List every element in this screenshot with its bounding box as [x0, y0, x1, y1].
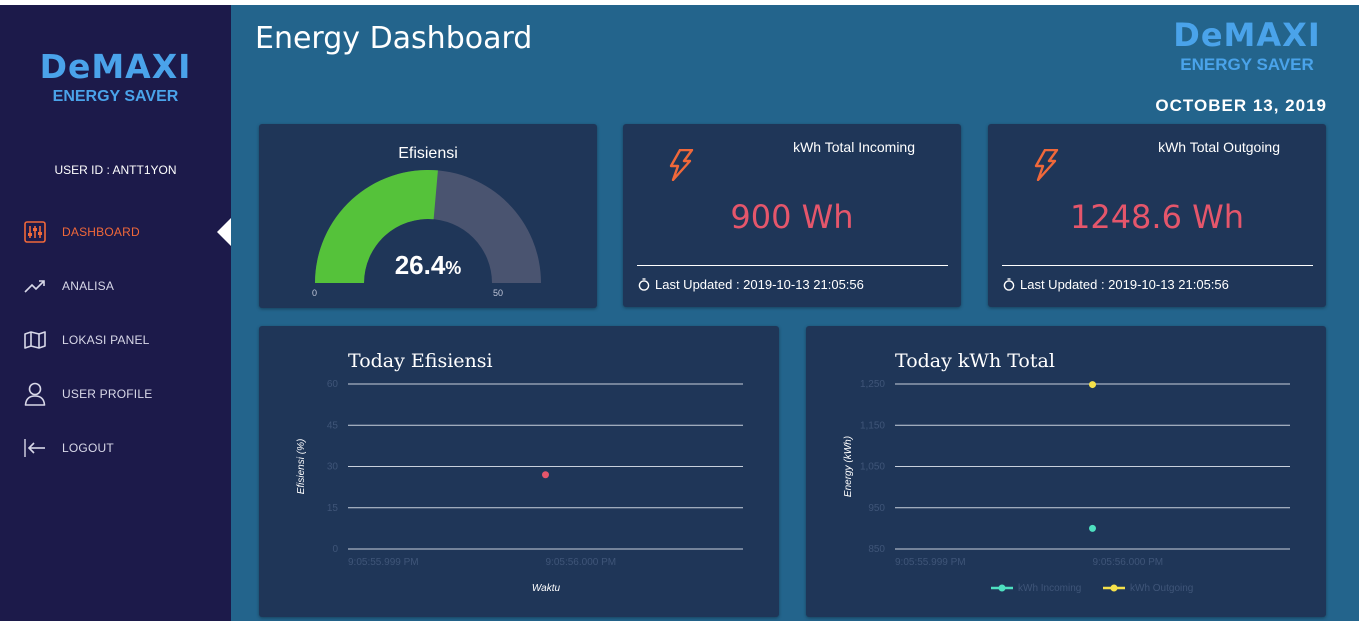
incoming-stat-card: kWh Total Incoming 900 Wh Last Updated :…	[623, 124, 961, 307]
incoming-last-updated: Last Updated : 2019-10-13 21:05:56	[638, 277, 864, 292]
legend-swatch-dot	[998, 584, 1006, 592]
efficiency-gauge-card: Efisiensi 26.4% 0 50	[259, 124, 597, 308]
map-icon	[23, 328, 47, 352]
lightning-icon	[669, 149, 694, 181]
current-date: OCTOBER 13, 2019	[1155, 96, 1327, 115]
brand-name: DeMAXI	[1173, 16, 1321, 54]
brand-tagline: ENERGY SAVER	[52, 88, 179, 105]
sidebar-item-label: ANALISA	[62, 279, 115, 293]
brand-tagline: ENERGY SAVER	[1180, 55, 1314, 74]
sidebar-item-lokasi-panel[interactable]: LOKASI PANEL	[0, 313, 231, 367]
gauge-readout: 26.4%	[259, 250, 597, 281]
sidebar-item-dashboard[interactable]: DASHBOARD	[0, 205, 231, 259]
lightning-icon	[1034, 149, 1059, 181]
y-tick-label: 60	[327, 379, 339, 390]
sidebar-item-user-profile[interactable]: USER PROFILE	[0, 367, 231, 421]
sidebar-item-label: LOGOUT	[62, 441, 114, 455]
y-tick-label: 0	[332, 544, 338, 555]
divider	[1002, 265, 1313, 266]
x-tick-label: 9:05:56.000 PM	[1093, 557, 1164, 568]
header-logo: DeMAXI ENERGY SAVER	[1167, 17, 1327, 75]
y-tick-label: 1,050	[860, 462, 885, 473]
sliders-icon	[23, 220, 47, 244]
kwh-chart: 850 950 1,050 1,150 1,250 9:05:55.999 PM 9:05:…	[843, 379, 1290, 594]
sidebar-item-label: LOKASI PANEL	[62, 333, 150, 347]
outgoing-title: kWh Total Outgoing	[1158, 139, 1280, 155]
y-tick-label: 1,150	[860, 420, 885, 431]
last-updated-text: Last Updated : 2019-10-13 21:05:56	[1020, 277, 1229, 292]
x-tick-label: 9:05:55.999 PM	[895, 557, 966, 568]
logout-icon	[23, 436, 47, 460]
outgoing-value: 1248.6 Wh	[1069, 198, 1245, 236]
data-point	[542, 471, 549, 479]
y-axis-label: Energy (kWh)	[843, 436, 854, 497]
last-updated-text: Last Updated : 2019-10-13 21:05:56	[655, 277, 864, 292]
outgoing-stat-card: kWh Total Outgoing 1248.6 Wh Last Update…	[988, 124, 1326, 307]
data-point	[1089, 524, 1096, 532]
gauge-unit: %	[445, 258, 462, 278]
sidebar: DeMAXI ENERGY SAVER USER ID : ANTT1YON D…	[0, 5, 231, 621]
gauge-max-label: 50	[493, 288, 504, 298]
sidebar-logo: DeMAXI ENERGY SAVER	[0, 49, 231, 107]
divider	[637, 265, 948, 266]
legend-swatch-dot	[1110, 584, 1118, 592]
main-content: Energy Dashboard DeMAXI ENERGY SAVER OCT…	[231, 5, 1359, 621]
legend-label: kWh Outgoing	[1130, 583, 1193, 594]
sidebar-item-label: USER PROFILE	[62, 387, 153, 401]
incoming-value: 900 Wh	[730, 198, 854, 236]
y-tick-label: 15	[327, 503, 339, 514]
active-indicator	[217, 218, 231, 246]
x-tick-label: 9:05:56.000 PM	[546, 557, 617, 568]
incoming-title: kWh Total Incoming	[793, 139, 915, 155]
x-tick-label: 9:05:55.999 PM	[348, 557, 419, 568]
user-id: USER ID : ANTT1YON	[54, 163, 177, 177]
efficiency-chart-card: Today Efisiensi 0 15 30 45 60 9:05:55.999 PM 9…	[259, 326, 779, 617]
gauge-min-label: 0	[312, 288, 318, 298]
data-point	[1089, 381, 1096, 389]
y-tick-label: 950	[868, 503, 885, 514]
trend-icon	[23, 274, 47, 298]
timer-icon	[1003, 278, 1015, 291]
outgoing-last-updated: Last Updated : 2019-10-13 21:05:56	[1003, 277, 1229, 292]
x-axis-label: Waktu	[532, 583, 561, 594]
y-tick-label: 1,250	[860, 379, 885, 390]
efficiency-chart: 0 15 30 45 60 9:05:55.999 PM 9:05:56.000 PM Efi…	[296, 379, 743, 594]
y-tick-label: 30	[327, 462, 339, 473]
y-tick-label: 45	[327, 420, 339, 431]
legend-label: kWh Incoming	[1018, 583, 1081, 594]
y-tick-label: 850	[868, 544, 885, 555]
sidebar-nav: DASHBOARD ANALISA LOKASI PANEL USER PROF…	[0, 205, 231, 475]
brand-name: DeMAXI	[39, 47, 192, 86]
sidebar-item-analisa[interactable]: ANALISA	[0, 259, 231, 313]
sidebar-item-label: DASHBOARD	[62, 225, 140, 239]
timer-icon	[638, 278, 650, 291]
sidebar-item-logout[interactable]: LOGOUT	[0, 421, 231, 475]
user-icon	[23, 382, 47, 406]
kwh-chart-card: Today kWh Total 850 950 1,050 1,150 1,250 9:0…	[806, 326, 1326, 617]
page-title: Energy Dashboard	[255, 21, 533, 56]
gauge-value: 26.4	[394, 250, 446, 280]
y-axis-label: Efisiensi (%)	[296, 439, 307, 495]
